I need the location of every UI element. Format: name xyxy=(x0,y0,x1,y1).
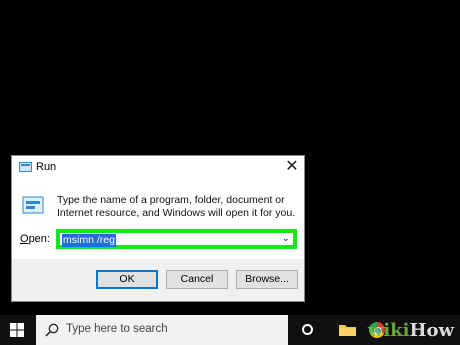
ok-button[interactable]: OK xyxy=(96,270,158,289)
open-label: Open: xyxy=(20,233,50,245)
run-program-icon xyxy=(22,196,44,214)
dialog-description: Type the name of a program, folder, docu… xyxy=(57,194,296,219)
taskbar: Type here to search wikiHow xyxy=(0,315,460,345)
windows-start-icon[interactable] xyxy=(10,323,24,337)
cortana-icon[interactable] xyxy=(302,324,313,335)
search-icon xyxy=(45,323,59,337)
dialog-content: Type the name of a program, folder, docu… xyxy=(12,180,304,260)
search-placeholder: Type here to search xyxy=(66,323,168,335)
run-dialog: Run ✕ Type the name of a program, folder… xyxy=(11,155,305,302)
button-bar: OK Cancel Browse... xyxy=(12,259,304,301)
run-app-icon xyxy=(19,162,32,172)
title-bar[interactable]: Run ✕ xyxy=(12,156,304,180)
open-combobox[interactable]: msimn /reg ⌄ xyxy=(56,229,297,249)
dialog-title: Run xyxy=(36,161,57,173)
taskbar-search-box[interactable]: Type here to search xyxy=(36,315,288,345)
browse-button[interactable]: Browse... xyxy=(236,270,298,289)
wikihow-watermark: wikiHow xyxy=(367,320,454,341)
open-input-value[interactable]: msimn /reg xyxy=(62,234,116,247)
cancel-button[interactable]: Cancel xyxy=(166,270,228,289)
close-icon: ✕ xyxy=(285,158,299,175)
close-button[interactable]: ✕ xyxy=(280,156,304,180)
chevron-down-icon[interactable]: ⌄ xyxy=(282,233,290,244)
file-explorer-icon[interactable] xyxy=(339,323,356,336)
